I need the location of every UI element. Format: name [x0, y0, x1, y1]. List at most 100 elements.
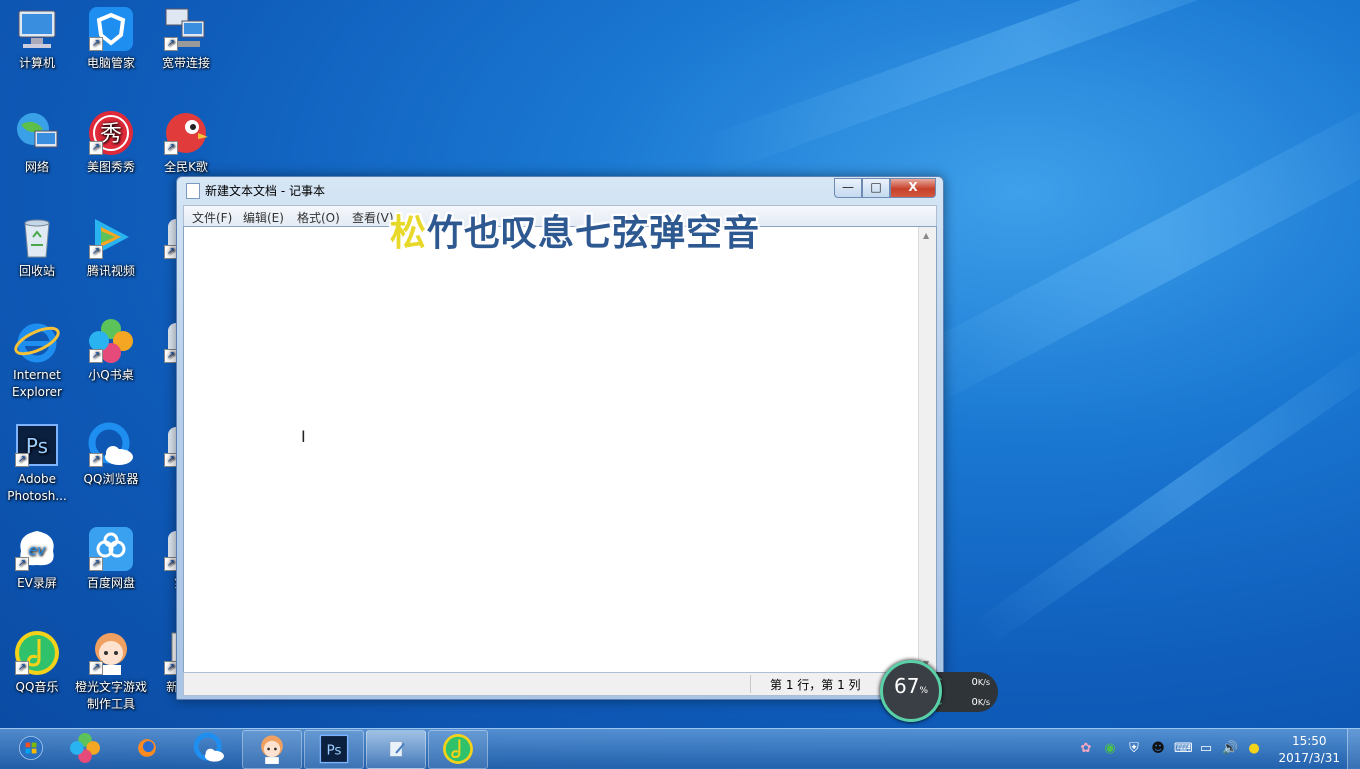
desktop-icon-label: 腾讯视频 [86, 264, 135, 278]
vertical-scrollbar[interactable]: ▲ ▼ [918, 227, 936, 672]
percent-unit: % [919, 686, 928, 696]
firefox-icon [136, 737, 158, 761]
desktop-icon-clover[interactable]: ↗ 小Q书桌 [75, 317, 147, 384]
desktop-icon-baidu-cloud[interactable]: ↗ 百度网盘 [75, 525, 147, 592]
download-unit: K/s [977, 698, 990, 707]
desktop-icon-label: QQ音乐 [15, 680, 59, 694]
menu-edit[interactable]: 编辑(E) [243, 209, 284, 226]
desktop-icon-label: 宽带连接 [161, 56, 210, 70]
qq-music-icon[interactable]: ● [1246, 741, 1262, 757]
scroll-up-icon[interactable]: ▲ [923, 231, 929, 240]
upload-rate: ↑0K/s [936, 677, 990, 688]
qq-penguin-icon[interactable]: ☻ [1150, 741, 1166, 757]
shortcut-arrow-icon: ↗ [89, 141, 103, 155]
taskbar-button-firefox[interactable] [118, 730, 176, 767]
show-desktop-button[interactable] [1347, 729, 1360, 769]
taskbar-button-qq-browser[interactable] [180, 730, 238, 767]
desktop-icon-anime-girl[interactable]: ↗ 橙光文字游戏制作工具 [75, 629, 147, 713]
menu-format[interactable]: 格式(O) [297, 209, 340, 226]
desktop-icon-network-connection[interactable]: ↗ 宽带连接 [150, 5, 222, 72]
svg-text:Ps: Ps [326, 742, 341, 758]
shortcut-arrow-icon: ↗ [89, 661, 103, 675]
wallpaper-streak [885, 81, 1360, 417]
wallpaper-streak [971, 335, 1360, 648]
shortcut-arrow-icon: ↗ [15, 453, 29, 467]
anime-girl-icon [256, 732, 289, 767]
svg-text:ev: ev [29, 543, 47, 559]
shield-icon[interactable]: ⛨ [1126, 741, 1142, 757]
tencent-video-icon: ↗ [87, 213, 135, 261]
desktop-icon-label: 电脑管家 [86, 56, 135, 70]
taskbar-button-photoshop[interactable]: Ps [304, 730, 364, 769]
desktop-icon-ie[interactable]: Internet Explorer [1, 317, 73, 401]
desktop-icon-label: 网络 [24, 160, 49, 174]
status-bar: 第 1 行，第 1 列 [183, 672, 937, 696]
input-method-icon[interactable]: ⌨ [1174, 741, 1193, 757]
clock[interactable]: 15:50 2017/3/31 [1278, 733, 1340, 767]
shortcut-arrow-icon: ↗ [15, 557, 29, 571]
baidu-cloud-icon: ↗ [87, 525, 135, 573]
desktop-icon-qq-music[interactable]: ↗ QQ音乐 [1, 629, 73, 696]
desktop-icon-meitu[interactable]: 秀 ↗ 美图秀秀 [75, 109, 147, 176]
desktop-icon-label: Adobe Photosh... [7, 472, 67, 503]
upload-unit: K/s [977, 678, 990, 687]
network-connection-icon: ↗ [162, 5, 210, 53]
karaoke-icon: ↗ [162, 109, 210, 157]
color-wheel-icon[interactable]: ◉ [1102, 741, 1118, 757]
svg-text:Ps: Ps [26, 434, 48, 458]
qq-browser-icon: ↗ [87, 421, 135, 469]
desktop-icon-ev-recorder[interactable]: ev ↗ EV录屏 [1, 525, 73, 592]
percent-value: 67 [893, 674, 920, 698]
taskbar-button-clover[interactable] [56, 730, 114, 767]
cursor-position: 第 1 行，第 1 列 [770, 678, 861, 692]
qq-browser-icon [193, 731, 226, 766]
flower-icon[interactable]: ✿ [1078, 741, 1094, 757]
start-orb-icon [17, 734, 44, 763]
clover-icon [69, 731, 102, 766]
title-bar[interactable]: 新建文本文档 - 记事本 — □ X [177, 177, 943, 201]
taskbar-button-notepad[interactable] [366, 730, 426, 769]
desktop-icon-label: Internet Explorer [12, 368, 62, 399]
desktop-icon-tencent-video[interactable]: ↗ 腾讯视频 [75, 213, 147, 280]
memory-percent: 67% [880, 674, 942, 698]
photoshop-icon: Ps ↗ [13, 421, 61, 469]
notepad-icon [385, 738, 407, 762]
text-cursor-icon: I [301, 427, 306, 446]
desktop-icon-qq-browser[interactable]: ↗ QQ浏览器 [75, 421, 147, 488]
shortcut-arrow-icon: ↗ [89, 245, 103, 259]
overlay-rest: 竹也叹息七弦弹空音 [427, 213, 761, 254]
desktop-icon-recycle-bin[interactable]: 回收站 [1, 213, 73, 280]
speed-panel: ↑0K/s ↓0K/s [936, 672, 998, 712]
volume-icon[interactable]: 🔊 [1222, 741, 1238, 757]
photoshop-icon: Ps [318, 732, 351, 767]
desktop-icon-computer[interactable]: 计算机 [1, 5, 73, 72]
desktop-icon-label: 美图秀秀 [86, 160, 135, 174]
qq-music-icon: ↗ [13, 629, 61, 677]
desktop-icon-label: 百度网盘 [86, 576, 135, 590]
desktop-icon-shield[interactable]: ↗ 电脑管家 [75, 5, 147, 72]
desktop-icon-karaoke[interactable]: ↗ 全民K歌 [150, 109, 222, 176]
status-divider [750, 675, 751, 693]
minimize-button[interactable]: — [834, 178, 862, 198]
network-icon[interactable]: ▭ [1198, 741, 1214, 757]
shortcut-arrow-icon: ↗ [89, 349, 103, 363]
desktop-icon-network-globe[interactable]: 网络 [1, 109, 73, 176]
text-editor-area[interactable]: I ▲ ▼ [183, 226, 937, 673]
menu-file[interactable]: 文件(F) [192, 209, 232, 226]
taskbar-button-anime-girl[interactable] [242, 730, 302, 769]
network-speed-widget[interactable]: ↑0K/s ↓0K/s 67% [880, 660, 1000, 722]
maximize-button[interactable]: □ [862, 178, 890, 198]
menu-view[interactable]: 查看(V) [352, 209, 394, 226]
shortcut-arrow-icon: ↗ [164, 141, 178, 155]
desktop-icon-label: 橙光文字游戏制作工具 [75, 680, 148, 711]
window-title: 新建文本文档 - 记事本 [205, 184, 325, 198]
shortcut-arrow-icon: ↗ [164, 37, 178, 51]
clock-date: 2017/3/31 [1278, 751, 1340, 765]
desktop-icon-photoshop[interactable]: Ps ↗ Adobe Photosh... [1, 421, 73, 505]
close-button[interactable]: X [890, 178, 936, 198]
desktop-icon-label: 全民K歌 [164, 160, 208, 174]
start-button[interactable] [2, 730, 60, 767]
recycle-bin-icon [13, 213, 61, 261]
taskbar-button-qq-music[interactable] [428, 730, 488, 769]
clover-icon: ↗ [87, 317, 135, 365]
